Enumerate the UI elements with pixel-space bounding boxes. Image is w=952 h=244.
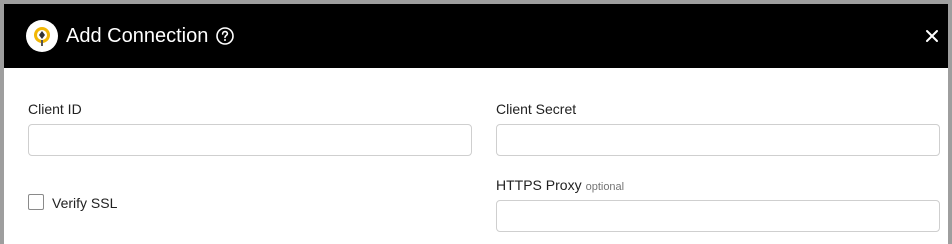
client-id-input[interactable] [28, 124, 472, 156]
help-circle-icon[interactable] [215, 26, 235, 46]
connector-logo-icon [26, 20, 58, 52]
https-proxy-label: HTTPS Proxy optional [496, 176, 624, 196]
add-connection-dialog: Add Connection Client ID Client Secret V… [0, 0, 952, 244]
verify-ssl-label[interactable]: Verify SSL [52, 194, 117, 212]
https-proxy-label-text: HTTPS Proxy [496, 177, 582, 193]
dialog-title: Add Connection [66, 25, 209, 47]
client-id-label: Client ID [28, 101, 82, 117]
dialog-header: Add Connection [4, 4, 948, 68]
verify-ssl-checkbox[interactable] [28, 194, 44, 210]
client-secret-input[interactable] [496, 124, 940, 156]
close-icon[interactable] [924, 28, 940, 44]
optional-hint: optional [585, 181, 625, 193]
client-secret-label: Client Secret [496, 101, 577, 117]
https-proxy-input[interactable] [496, 200, 940, 232]
